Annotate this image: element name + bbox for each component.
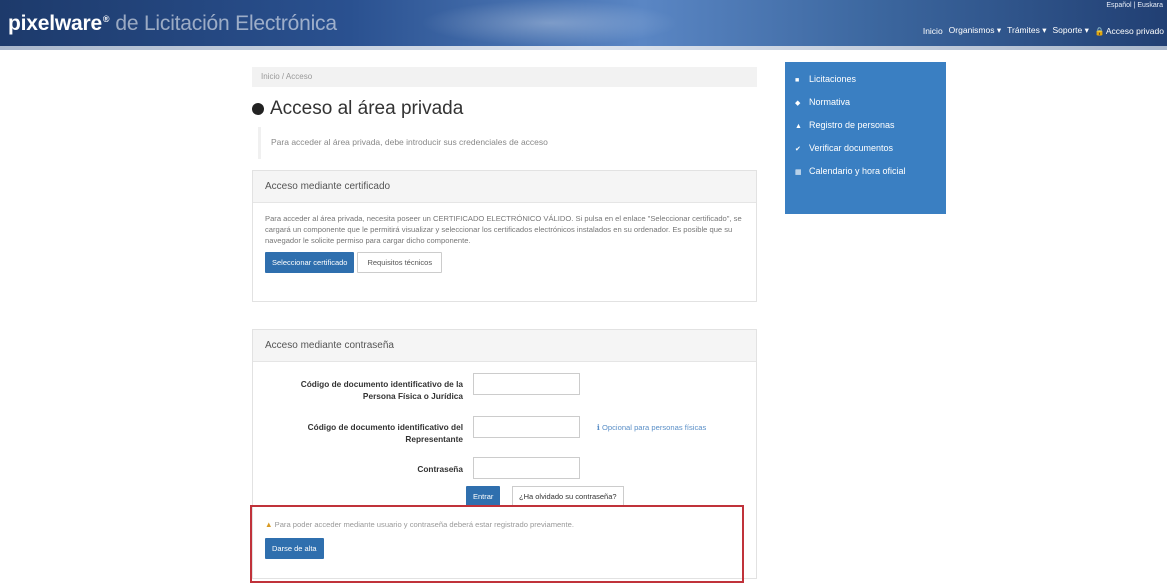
list-icon: ■	[795, 77, 800, 84]
top-nav: Inicio Organismos ▾ Trámites ▾ Soporte ▾…	[923, 25, 1164, 36]
sidebar-item-label: Calendario y hora oficial	[809, 166, 906, 176]
brand-name: pixelware	[8, 12, 102, 35]
sidebar-item-registro[interactable]: ▲ Registro de personas	[795, 120, 936, 132]
intro-text: Para acceder al área privada, debe intro…	[258, 127, 757, 159]
nav-organismos[interactable]: Organismos ▾	[949, 25, 1001, 36]
password-panel-heading: Acceso mediante contraseña	[253, 330, 756, 362]
id-document-label: Código de documento identificativo de la…	[300, 379, 463, 401]
sidebar-item-calendario[interactable]: ▦ Calendario y hora oficial	[795, 166, 936, 178]
select-certificate-button[interactable]: Seleccionar certificado	[265, 252, 355, 273]
user-icon: ▲	[795, 123, 802, 130]
check-icon: ✔	[795, 146, 801, 153]
sidebar-item-normativa[interactable]: ◆ Normativa	[795, 97, 936, 109]
id-document-field[interactable]	[473, 373, 580, 395]
certificate-panel-heading: Acceso mediante certificado	[253, 171, 756, 203]
certificate-panel: Acceso mediante certificado Para acceder…	[252, 170, 757, 302]
nav-acceso-privado[interactable]: 🔒Acceso privado	[1095, 26, 1164, 36]
sidebar-item-label: Normativa	[809, 97, 851, 107]
nav-soporte[interactable]: Soporte ▾	[1053, 25, 1089, 36]
sidebar-item-verificar[interactable]: ✔ Verificar documentos	[795, 143, 936, 155]
representative-document-label: Código de documento identificativo del R…	[307, 422, 463, 444]
brand-logo[interactable]: pixelware® de Licitación Electrónica	[8, 12, 337, 36]
representative-document-field[interactable]	[473, 416, 580, 438]
sidebar-item-label: Registro de personas	[809, 120, 895, 130]
certificate-buttons: Seleccionar certificado Requisitos técni…	[253, 252, 756, 273]
password-label: Contraseña	[417, 464, 463, 474]
nav-inicio[interactable]: Inicio	[923, 26, 943, 36]
top-header: pixelware® de Licitación Electrónica Espa…	[0, 0, 1167, 46]
enter-button[interactable]: Entrar	[466, 486, 501, 507]
optional-hint: ℹ Opcional para personas físicas	[597, 423, 706, 432]
technical-requirements-button[interactable]: Requisitos técnicos	[357, 252, 443, 273]
bullet-icon	[252, 103, 264, 115]
breadcrumb[interactable]: Inicio / Acceso	[252, 67, 757, 87]
header-stripe	[0, 46, 1167, 50]
page-title: Acceso al área privada	[252, 98, 463, 120]
nav-tramites[interactable]: Trámites ▾	[1007, 25, 1046, 36]
password-field[interactable]	[473, 457, 580, 479]
certificate-description: Para acceder al área privada, necesita p…	[265, 214, 742, 245]
sidebar-item-label: Verificar documentos	[809, 143, 894, 153]
brand-mark: ®	[102, 14, 110, 24]
calendar-icon: ▦	[795, 169, 802, 176]
book-icon: ◆	[795, 100, 801, 107]
nav-acceso-privado-label: Acceso privado	[1105, 25, 1164, 36]
sidebar-item-licitaciones[interactable]: ■ Licitaciones	[795, 74, 936, 86]
page-title-text: Acceso al área privada	[270, 98, 464, 119]
lock-icon: 🔒	[1094, 26, 1105, 36]
language-selector[interactable]: Español | Euskara	[1106, 2, 1163, 9]
sidebar: ■ Licitaciones ◆ Normativa ▲ Registro de…	[785, 62, 946, 214]
brand-subtitle: de Licitación Electrónica	[115, 12, 337, 35]
sidebar-item-label: Licitaciones	[809, 74, 857, 84]
header-glow	[420, 0, 680, 46]
highlight-box	[250, 505, 744, 583]
optional-hint-text: Opcional para personas físicas	[602, 423, 707, 432]
forgot-password-button[interactable]: ¿Ha olvidado su contraseña?	[512, 486, 624, 507]
